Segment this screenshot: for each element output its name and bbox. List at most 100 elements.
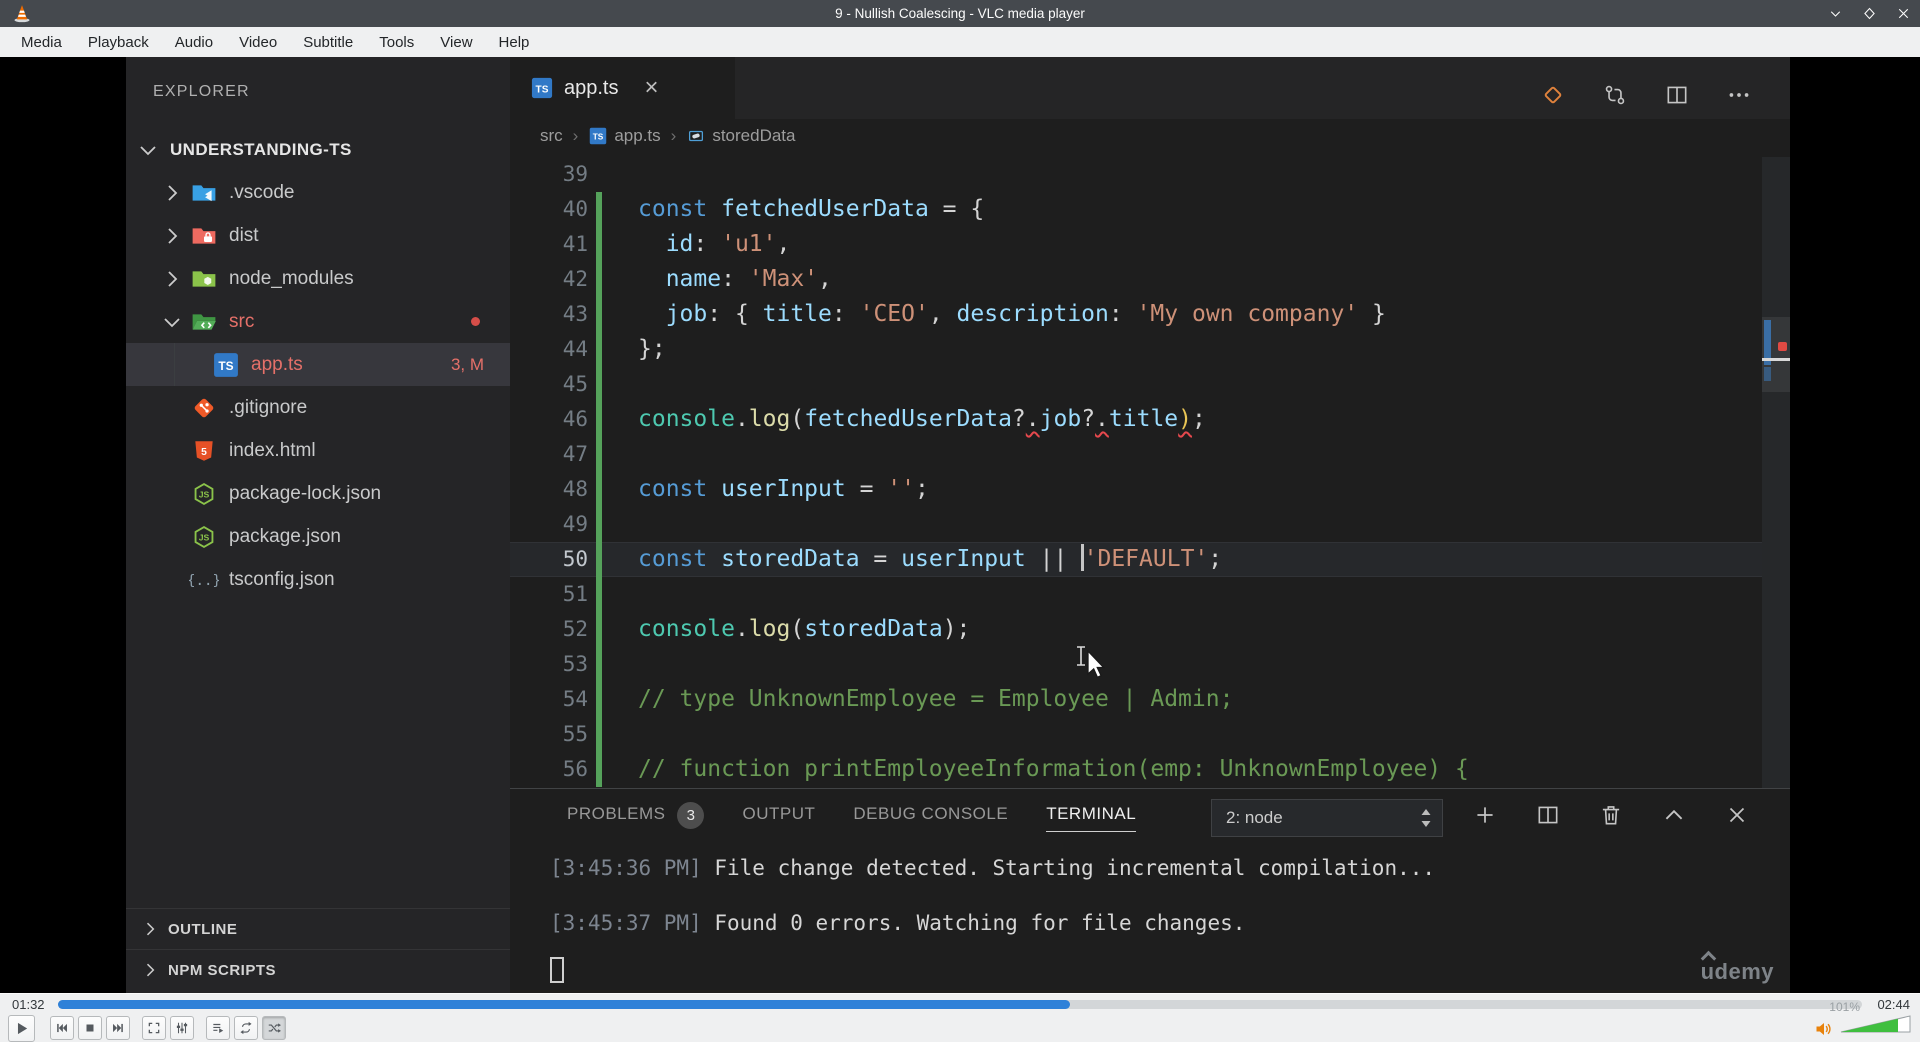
panel-tab-label: DEBUG CONSOLE [853,804,1008,826]
overview-ruler[interactable] [1762,157,1790,788]
video-area[interactable]: EXPLORER UNDERSTANDING-TS.vscodedistnode… [0,57,1920,993]
code-line-48[interactable]: 48const userInput = ''; [510,472,1790,507]
code-line-53[interactable]: 53 [510,647,1790,682]
breadcrumb-item-storeddata[interactable]: storedData [686,126,795,146]
explorer-root-folder[interactable]: UNDERSTANDING-TS [126,128,510,171]
play-button[interactable] [8,1015,35,1042]
menu-video[interactable]: Video [226,29,290,56]
tab-app-ts[interactable]: TS app.ts × [510,57,735,119]
mouse-pointer [1086,650,1110,682]
modified-gutter-bar [596,367,602,402]
file-braces-icon: {..} [189,567,219,593]
tree-item-dist[interactable]: dist [126,214,510,257]
typescript-file-icon: TS [530,77,554,99]
panel-tab-debug-console[interactable]: DEBUG CONSOLE [834,789,1027,841]
modified-gutter-bar [596,507,602,542]
time-total: 02:44 [1877,997,1910,1012]
tree-item-label: index.html [229,440,316,462]
terminal-output[interactable]: [3:45:36 PM] File change detected. Start… [550,851,1435,961]
menu-tools[interactable]: Tools [366,29,427,56]
titlebar[interactable]: 9 - Nullish Coalescing - VLC media playe… [0,0,1920,27]
extended-settings-button[interactable] [170,1016,194,1040]
code-line-55[interactable]: 55 [510,717,1790,752]
menu-media[interactable]: Media [8,29,75,56]
code-line-52[interactable]: 52console.log(storedData); [510,612,1790,647]
panel-tab-terminal[interactable]: TERMINAL [1027,789,1155,841]
file-html-icon: 5 [189,438,219,464]
tree-item--vscode[interactable]: .vscode [126,171,510,214]
tree-item--gitignore[interactable]: .gitignore [126,386,510,429]
tab-close-icon[interactable]: × [644,76,658,100]
terminal-panel: PROBLEMS3OUTPUT DEBUG CONSOLE TERMINAL 2: … [510,788,1790,993]
maximize-button[interactable] [1858,2,1880,24]
code-line-51[interactable]: 51 [510,577,1790,612]
breadcrumb-label: src [540,126,563,146]
loop-button[interactable] [234,1016,258,1040]
git-compare-icon[interactable] [1602,82,1628,108]
menu-audio[interactable]: Audio [162,29,226,56]
code-editor[interactable]: 3940const fetchedUserData = {41 id: 'u1'… [510,157,1790,787]
code-line-50[interactable]: 50const storedData = userInput || 'DEFAU… [510,542,1790,577]
terminal-cursor [550,957,564,983]
more-actions-icon[interactable] [1726,82,1752,108]
tree-item-app-ts[interactable]: TSapp.ts3, M [126,343,510,386]
sidebar-section-outline[interactable]: OUTLINE [126,908,510,949]
terminal-selector-dropdown[interactable]: 2: node [1211,799,1443,837]
random-button[interactable] [262,1016,286,1040]
previous-button[interactable] [50,1016,74,1040]
panel-tab-problems[interactable]: PROBLEMS3 [548,789,723,841]
modified-gutter-bar [596,402,602,437]
close-panel-icon[interactable] [1724,802,1750,828]
breadcrumb-item-src[interactable]: src [540,126,563,146]
next-button[interactable] [106,1016,130,1040]
modified-gutter-bar [596,717,602,752]
open-changes-icon[interactable] [1540,82,1566,108]
code-text: job: { title: 'CEO', description: 'My ow… [638,297,1386,332]
svg-text:{..}: {..} [189,572,219,588]
code-line-45[interactable]: 45 [510,367,1790,402]
menu-subtitle[interactable]: Subtitle [290,29,366,56]
sidebar-section-npm-scripts[interactable]: NPM SCRIPTS [126,949,510,990]
editor-actions [1540,82,1752,108]
menu-playback[interactable]: Playback [75,29,162,56]
tree-item-node-modules[interactable]: node_modules [126,257,510,300]
dropdown-spinner-icon [1416,805,1436,831]
minimize-button[interactable] [1824,2,1846,24]
kill-terminal-icon[interactable] [1598,802,1624,828]
maximize-panel-icon[interactable] [1661,802,1687,828]
tree-item-package-json[interactable]: JSpackage.json [126,515,510,558]
playlist-button[interactable] [206,1016,230,1040]
stop-button[interactable] [78,1016,102,1040]
code-line-41[interactable]: 41 id: 'u1', [510,227,1790,262]
chev-right-icon [160,224,184,248]
code-line-54[interactable]: 54// type UnknownEmployee = Employee | A… [510,682,1790,717]
line-number: 47 [510,437,588,472]
breadcrumb-item-app-ts[interactable]: TSapp.ts [588,126,660,146]
svg-text:TS: TS [593,132,604,141]
code-line-42[interactable]: 42 name: 'Max', [510,262,1790,297]
code-line-44[interactable]: 44}; [510,332,1790,367]
code-line-40[interactable]: 40const fetchedUserData = { [510,192,1790,227]
tree-item-tsconfig-json[interactable]: {..}tsconfig.json [126,558,510,601]
tree-item-src[interactable]: src [126,300,510,343]
menu-view[interactable]: View [427,29,485,56]
menu-help[interactable]: Help [486,29,543,56]
tree-item-package-lock-json[interactable]: JSpackage-lock.json [126,472,510,515]
new-terminal-icon[interactable] [1472,802,1498,828]
fullscreen-button[interactable] [142,1016,166,1040]
code-line-56[interactable]: 56// function printEmployeeInformation(e… [510,752,1790,787]
tree-item-index-html[interactable]: 5 index.html [126,429,510,472]
volume-slider[interactable]: 101% [1840,1015,1912,1038]
split-panel-icon[interactable] [1535,802,1561,828]
seek-bar[interactable] [58,1000,1862,1009]
close-button[interactable] [1892,2,1914,24]
code-line-47[interactable]: 47 [510,437,1790,472]
panel-tab-output[interactable]: OUTPUT [723,789,834,841]
code-line-39[interactable]: 39 [510,157,1790,192]
code-line-46[interactable]: 46console.log(fetchedUserData?.job?.titl… [510,402,1790,437]
breadcrumb-separator: › [671,126,677,146]
volume-control[interactable]: 101% [1814,1015,1912,1038]
code-line-43[interactable]: 43 job: { title: 'CEO', description: 'My… [510,297,1790,332]
split-editor-icon[interactable] [1664,82,1690,108]
code-line-49[interactable]: 49 [510,507,1790,542]
